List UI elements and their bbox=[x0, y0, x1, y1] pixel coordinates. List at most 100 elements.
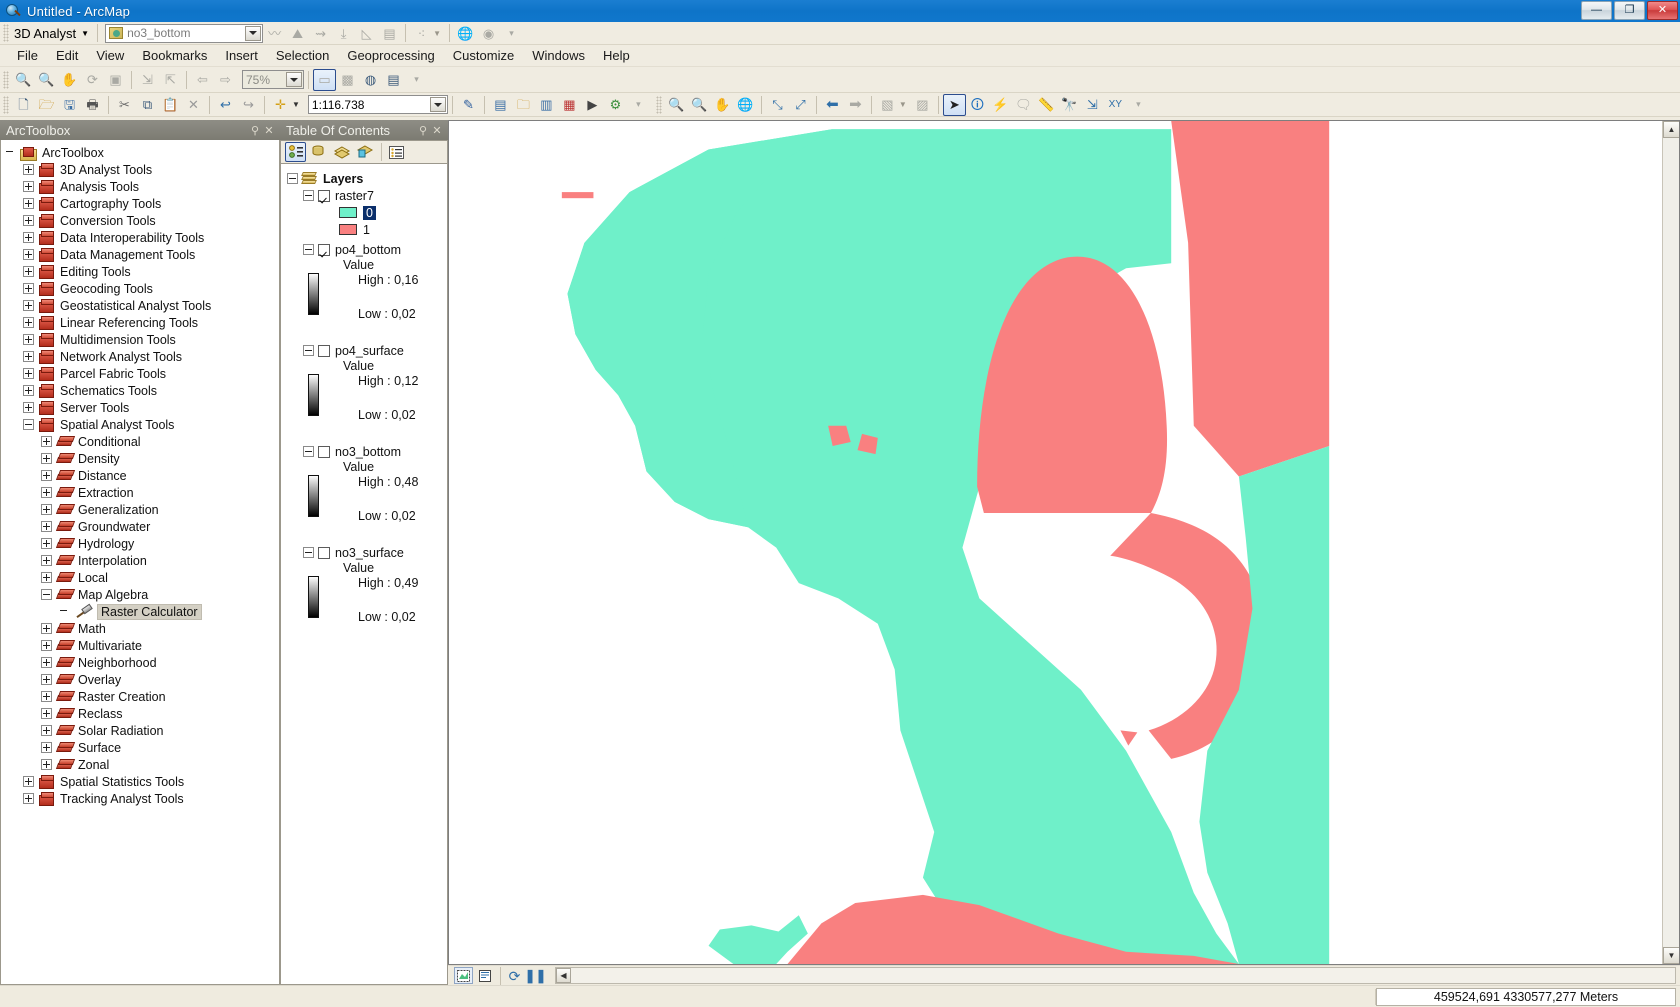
map-canvas[interactable]: ▲ ▼ bbox=[448, 120, 1680, 965]
toolbox-tree-node[interactable]: Cartography Tools bbox=[5, 195, 279, 212]
menu-view[interactable]: View bbox=[87, 46, 133, 65]
layer-visibility-checkbox[interactable] bbox=[318, 546, 330, 559]
toc-tree-body[interactable]: Layers raster7 0 1 po4_bottom Value High : 0,1… bbox=[280, 163, 448, 985]
tool-zoom-out-icon[interactable]: 🔍 bbox=[688, 94, 711, 116]
expand-plus-icon[interactable] bbox=[41, 470, 52, 481]
expand-plus-icon[interactable] bbox=[23, 368, 34, 379]
toolbox-tree-node[interactable]: 3D Analyst Tools bbox=[5, 161, 279, 178]
toolbox-tree-node[interactable]: Network Analyst Tools bbox=[5, 348, 279, 365]
interpolate-line-icon[interactable]: 〰 bbox=[263, 22, 286, 44]
legend-color-ramp[interactable] bbox=[308, 374, 319, 416]
legend-color-swatch[interactable] bbox=[339, 224, 357, 235]
pin-icon[interactable]: ⚲ bbox=[248, 124, 262, 137]
toolbar-grip[interactable] bbox=[655, 95, 662, 114]
expand-plus-icon[interactable] bbox=[41, 725, 52, 736]
clear-selection-icon[interactable]: ▨ bbox=[911, 94, 934, 116]
chevron-down-icon[interactable] bbox=[286, 72, 302, 87]
layer-select-combo[interactable]: no3_bottom bbox=[105, 23, 264, 43]
3d-analyst-dropdown[interactable]: 3D Analyst ▼ bbox=[12, 26, 93, 41]
legend-class-label[interactable]: 0 bbox=[363, 205, 376, 220]
expand-plus-icon[interactable] bbox=[41, 640, 52, 651]
copy-icon[interactable]: ⧉ bbox=[136, 94, 159, 116]
layer-visibility-checkbox[interactable] bbox=[318, 243, 330, 256]
toc-layer-row[interactable]: raster7 bbox=[287, 187, 447, 204]
html-popup-icon[interactable]: 🗨 bbox=[1012, 94, 1035, 116]
collapse-minus-icon[interactable] bbox=[303, 190, 314, 201]
expand-plus-icon[interactable] bbox=[23, 249, 34, 260]
fixed-zoom-out-icon[interactable]: ⤢ bbox=[789, 94, 812, 116]
list-by-visibility-icon[interactable] bbox=[331, 142, 352, 162]
toolbox-tree-node[interactable]: Raster Calculator bbox=[5, 603, 279, 620]
select-elements-icon[interactable]: ➤ bbox=[942, 93, 966, 116]
chevron-down-icon[interactable]: ▼ bbox=[433, 29, 441, 38]
toolbox-tree-node[interactable]: Multivariate bbox=[5, 637, 279, 654]
menu-insert[interactable]: Insert bbox=[216, 46, 267, 65]
zoom-percent-combo[interactable]: 75% bbox=[242, 70, 304, 89]
toolbox-tree-node[interactable]: Data Interoperability Tools bbox=[5, 229, 279, 246]
expand-plus-icon[interactable] bbox=[23, 300, 34, 311]
select-features-icon[interactable]: ▧ bbox=[876, 94, 899, 116]
zoom-out-icon[interactable]: 🔍 bbox=[35, 69, 58, 91]
go-to-xy-icon[interactable]: XY bbox=[1104, 94, 1127, 116]
layout-view-icon[interactable] bbox=[475, 967, 494, 984]
toolbar-overflow-icon[interactable]: ▾ bbox=[405, 69, 428, 91]
expand-plus-icon[interactable] bbox=[41, 742, 52, 753]
toolbox-tree-node[interactable]: Neighborhood bbox=[5, 654, 279, 671]
toolbar-grip[interactable] bbox=[3, 95, 9, 114]
toc-layer-row[interactable]: no3_bottom bbox=[287, 443, 447, 460]
list-by-selection-icon[interactable] bbox=[354, 142, 375, 162]
toolbox-tree-node[interactable]: Map Algebra bbox=[5, 586, 279, 603]
pin-icon[interactable]: ⚲ bbox=[416, 124, 430, 137]
toc-root-row[interactable]: Layers bbox=[287, 170, 447, 187]
identify-icon[interactable]: 🛈 bbox=[966, 94, 989, 116]
layer-visibility-checkbox[interactable] bbox=[318, 344, 330, 357]
layer-visibility-checkbox[interactable] bbox=[318, 189, 330, 202]
transparency-icon[interactable]: ◍ bbox=[359, 69, 382, 91]
arctoolbox-icon[interactable]: ▦ bbox=[558, 94, 581, 116]
zoom-in-icon[interactable]: 🔍 bbox=[12, 69, 35, 91]
toolbox-tree-node[interactable]: Linear Referencing Tools bbox=[5, 314, 279, 331]
scroll-down-icon[interactable]: ▼ bbox=[1663, 947, 1679, 964]
find-route-icon[interactable]: ⇲ bbox=[1081, 94, 1104, 116]
pan-icon[interactable]: ✋ bbox=[58, 69, 81, 91]
expand-plus-icon[interactable] bbox=[23, 283, 34, 294]
measure-icon[interactable]: 📏 bbox=[1035, 94, 1058, 116]
fixed-zoom-icon[interactable]: ▣ bbox=[104, 69, 127, 91]
toc-layer-row[interactable]: po4_bottom bbox=[287, 241, 447, 258]
expand-plus-icon[interactable] bbox=[23, 793, 34, 804]
expand-plus-icon[interactable] bbox=[41, 623, 52, 634]
expand-plus-icon[interactable] bbox=[41, 657, 52, 668]
create-tin-icon[interactable]: ◺ bbox=[355, 22, 378, 44]
legend-color-ramp[interactable] bbox=[308, 576, 319, 618]
toolbox-tree-node[interactable]: Analysis Tools bbox=[5, 178, 279, 195]
back-extent-icon[interactable]: ⬅ bbox=[821, 94, 844, 116]
print-icon[interactable]: 🖶 bbox=[81, 94, 104, 116]
toolbar-overflow-icon[interactable]: ▾ bbox=[627, 94, 650, 116]
collapse-minus-icon[interactable] bbox=[303, 345, 314, 356]
expand-plus-icon[interactable] bbox=[23, 351, 34, 362]
expand-plus-icon[interactable] bbox=[41, 487, 52, 498]
toolbox-tree-node[interactable]: Math bbox=[5, 620, 279, 637]
expand-plus-icon[interactable] bbox=[23, 266, 34, 277]
save-icon[interactable]: 🖫 bbox=[58, 94, 81, 116]
new-document-icon[interactable]: 🗋 bbox=[12, 94, 35, 116]
expand-plus-icon[interactable] bbox=[23, 334, 34, 345]
chevron-down-icon[interactable]: ▼ bbox=[292, 100, 300, 109]
minimize-button[interactable]: — bbox=[1581, 1, 1612, 20]
collapse-minus-icon[interactable] bbox=[303, 244, 314, 255]
menu-selection[interactable]: Selection bbox=[267, 46, 338, 65]
expand-plus-icon[interactable] bbox=[23, 164, 34, 175]
chevron-down-icon[interactable]: ▼ bbox=[899, 100, 907, 109]
scatter-icon[interactable]: ⁖ bbox=[410, 22, 433, 44]
chevron-down-icon[interactable] bbox=[245, 25, 262, 41]
expand-plus-icon[interactable] bbox=[23, 215, 34, 226]
toolbox-tree-node[interactable]: Distance bbox=[5, 467, 279, 484]
delete-icon[interactable]: ✕ bbox=[182, 94, 205, 116]
data-view-icon[interactable] bbox=[454, 967, 473, 984]
search-window-icon[interactable]: ▥ bbox=[535, 94, 558, 116]
toc-legend-class-row[interactable]: 1 bbox=[287, 221, 447, 238]
refresh-view-icon[interactable]: ⟳ bbox=[505, 967, 524, 984]
menu-file[interactable]: File bbox=[8, 46, 47, 65]
toolbox-tree-node[interactable]: Parcel Fabric Tools bbox=[5, 365, 279, 382]
undo-icon[interactable]: ↩ bbox=[214, 94, 237, 116]
